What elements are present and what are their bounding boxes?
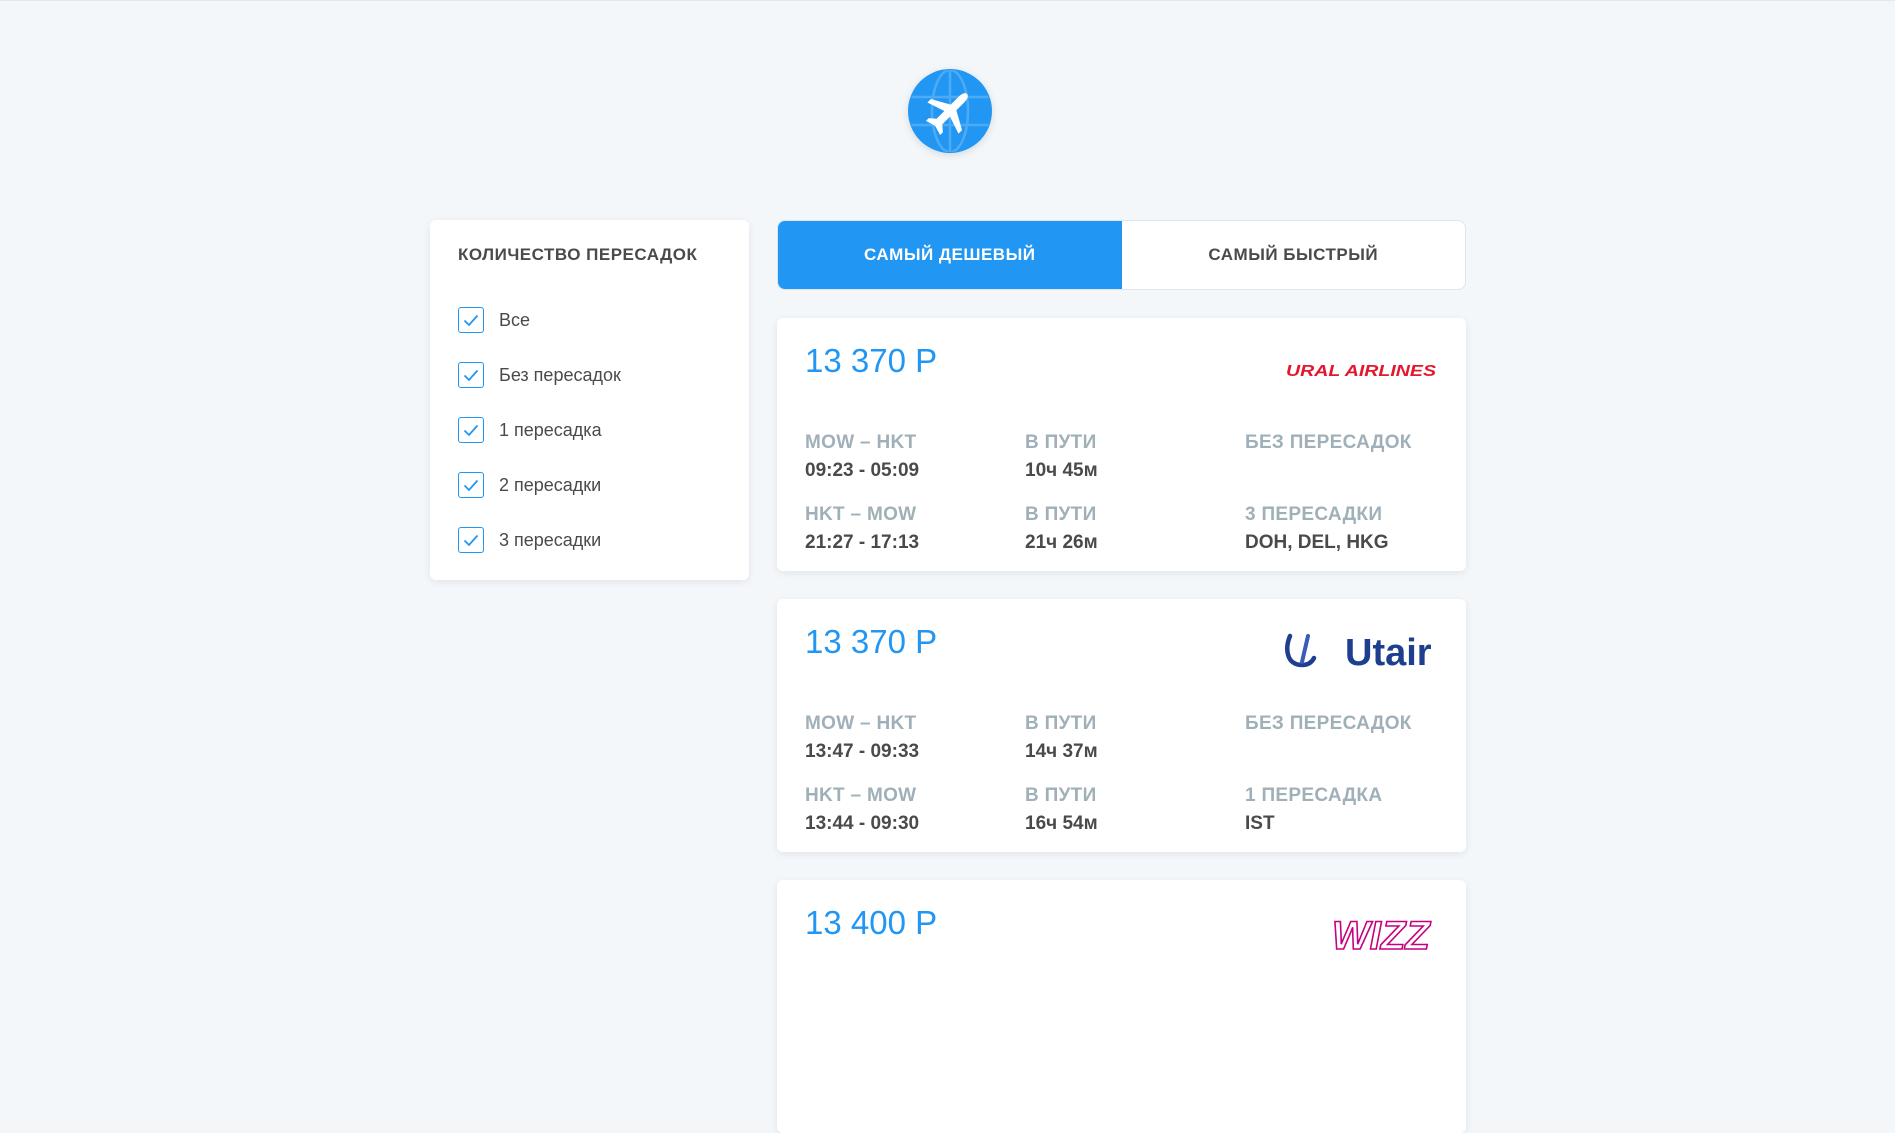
sort-tabs: САМЫЙ ДЕШЕВЫЙ САМЫЙ БЫСТРЫЙ: [777, 220, 1466, 290]
wizz-logo: WIZZ: [1331, 913, 1432, 955]
route-label: HKT – MOW: [805, 504, 917, 525]
plane-globe-icon[interactable]: [908, 69, 992, 153]
segment-duration: В ПУТИ 10ч 45м: [1025, 432, 1098, 482]
filter-option[interactable]: 3 пересадки: [458, 525, 728, 555]
svg-text:Utair: Utair: [1345, 632, 1432, 672]
route-label: MOW – HKT: [805, 432, 917, 453]
svg-text:WIZZ: WIZZ: [1332, 914, 1431, 955]
segment-route: MOW – HKT 13:47 - 09:33: [805, 713, 919, 763]
segment-route: HKT – MOW 21:27 - 17:13: [805, 504, 919, 554]
duration-label: В ПУТИ: [1025, 713, 1097, 734]
ticket-card[interactable]: 13 370 Р Utair MOW – HKT 13:47 - 09:33 В ПУТ…: [777, 599, 1466, 852]
segment-route: HKT – MOW 13:44 - 09:30: [805, 785, 919, 835]
filter-label: Без пересадок: [499, 364, 621, 385]
segment-stops: 1 ПЕРЕСАДКА IST: [1245, 785, 1382, 835]
check-icon: [463, 534, 479, 546]
checkbox[interactable]: [458, 417, 484, 443]
segment-duration: В ПУТИ 21ч 26м: [1025, 504, 1098, 554]
ticket-card[interactable]: 13 370 Р URAL AIRLINES MOW – HKT 09:23 - 05…: [777, 318, 1466, 571]
duration-value: 21ч 26м: [1025, 532, 1098, 553]
stops-value: DOH, DEL, HKG: [1245, 532, 1389, 553]
filter-label: Все: [499, 309, 531, 330]
duration-value: 16ч 54м: [1025, 813, 1098, 834]
segment-stops: БЕЗ ПЕРЕСАДОК: [1245, 432, 1412, 460]
ticket-price: 13 370 Р: [805, 623, 938, 660]
filter-option[interactable]: Все: [458, 305, 728, 335]
segment-stops: БЕЗ ПЕРЕСАДОК: [1245, 713, 1412, 741]
route-label: HKT – MOW: [805, 785, 917, 806]
duration-label: В ПУТИ: [1025, 785, 1097, 806]
duration-label: В ПУТИ: [1025, 504, 1097, 525]
duration-value: 14ч 37м: [1025, 741, 1098, 762]
duration-value: 10ч 45м: [1025, 460, 1098, 481]
segment-duration: В ПУТИ 14ч 37м: [1025, 713, 1098, 763]
segment-route: MOW – HKT 09:23 - 05:09: [805, 432, 919, 482]
segment-stops: 3 ПЕРЕСАДКИ DOH, DEL, HKG: [1245, 504, 1389, 554]
check-icon: [463, 369, 479, 381]
checkbox[interactable]: [458, 362, 484, 388]
checkbox[interactable]: [458, 527, 484, 553]
flight-times: 13:47 - 09:33: [805, 741, 920, 762]
svg-text:URAL AIRLINES: URAL AIRLINES: [1286, 363, 1436, 380]
stops-label: БЕЗ ПЕРЕСАДОК: [1245, 432, 1412, 453]
ural-airlines-logo: URAL AIRLINES: [1286, 363, 1436, 380]
stops-value: IST: [1245, 813, 1275, 834]
check-icon: [463, 424, 479, 436]
filters-title: КОЛИЧЕСТВО ПЕРЕСАДОК: [458, 245, 698, 264]
segment-duration: В ПУТИ 16ч 54м: [1025, 785, 1098, 835]
filter-option[interactable]: Без пересадок: [458, 360, 728, 390]
stops-label: БЕЗ ПЕРЕСАДОК: [1245, 713, 1412, 734]
check-icon: [463, 314, 479, 326]
flight-times: 21:27 - 17:13: [805, 532, 920, 553]
carrier-logo: Utair: [1278, 627, 1438, 677]
top-border: [0, 0, 1895, 1]
checkbox[interactable]: [458, 307, 484, 333]
tab-cheapest[interactable]: САМЫЙ ДЕШЕВЫЙ: [778, 221, 1122, 289]
checkbox[interactable]: [458, 472, 484, 498]
check-icon: [463, 479, 479, 491]
stops-label: 3 ПЕРЕСАДКИ: [1245, 504, 1383, 525]
duration-label: В ПУТИ: [1025, 432, 1097, 453]
filter-option[interactable]: 1 пересадка: [458, 415, 728, 445]
flight-times: 13:44 - 09:30: [805, 813, 920, 834]
route-label: MOW – HKT: [805, 713, 917, 734]
stops-filter-panel: КОЛИЧЕСТВО ПЕРЕСАДОК Все Без пересадок 1 п…: [430, 220, 749, 580]
carrier-logo: URAL AIRLINES: [1278, 346, 1438, 396]
utair-logo: Utair: [1285, 632, 1432, 672]
ticket-price: 13 370 Р: [805, 342, 938, 379]
ticket-card[interactable]: 13 400 Р WIZZ: [777, 880, 1466, 1133]
filter-label: 2 пересадки: [499, 474, 602, 495]
filter-label: 3 пересадки: [499, 529, 602, 550]
flight-times: 09:23 - 05:09: [805, 460, 920, 481]
filter-option[interactable]: 2 пересадки: [458, 470, 728, 500]
stops-label: 1 ПЕРЕСАДКА: [1245, 785, 1383, 806]
carrier-logo: WIZZ: [1278, 908, 1438, 958]
filter-label: 1 пересадка: [499, 419, 602, 440]
ticket-price: 13 400 Р: [805, 904, 938, 941]
tab-fastest[interactable]: САМЫЙ БЫСТРЫЙ: [1122, 221, 1466, 289]
